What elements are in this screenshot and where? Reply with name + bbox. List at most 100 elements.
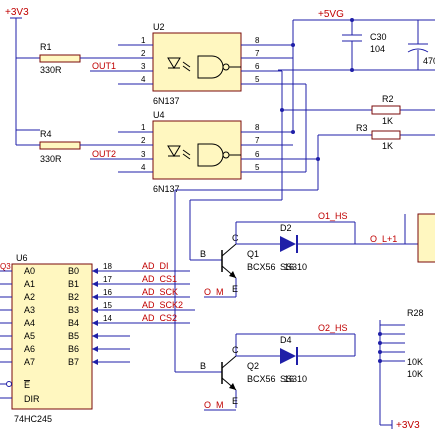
r2-ref: R2 bbox=[382, 94, 394, 104]
net-out1: OUT1 bbox=[92, 61, 116, 71]
u6-pin-17: 17 bbox=[103, 275, 112, 284]
signal-ad-cs1: AD_CS1 bbox=[142, 274, 177, 284]
u6-dir: DIR bbox=[24, 394, 40, 404]
junction-dot bbox=[350, 18, 354, 22]
diode-d4 bbox=[236, 222, 356, 365]
cap-partial-value: 470 bbox=[423, 56, 435, 66]
u6-a6: A6 bbox=[24, 344, 35, 354]
d2-part: SS310 bbox=[280, 262, 307, 272]
r3-ref: R3 bbox=[356, 123, 368, 133]
u4-part: 6N137 bbox=[153, 184, 180, 194]
u6-a1: A1 bbox=[24, 279, 35, 289]
d2-ref: D2 bbox=[280, 223, 292, 233]
u6-pin-14: 14 bbox=[103, 314, 112, 323]
signal-ad-sck2: AD_SCK2 bbox=[142, 300, 183, 310]
r2-value: 1K bbox=[382, 116, 393, 126]
q1-b-label: B bbox=[200, 249, 206, 259]
u6-part: 74HC245 bbox=[14, 414, 52, 424]
u6-b5: B5 bbox=[68, 331, 79, 341]
u6-b6: B6 bbox=[68, 344, 79, 354]
q2-part: BCX56 bbox=[247, 374, 276, 384]
u6-a5: A5 bbox=[24, 331, 35, 341]
u4-pin-8: 8 bbox=[255, 123, 260, 132]
r28-value-1: 10K bbox=[407, 357, 423, 367]
u6-ref: U6 bbox=[16, 253, 28, 263]
r4-ref: R4 bbox=[40, 129, 52, 139]
u4-pin-5: 5 bbox=[255, 163, 260, 172]
r3-value: 1K bbox=[382, 141, 393, 151]
c30-ref: C30 bbox=[370, 32, 387, 42]
u2-ref: U2 bbox=[153, 22, 165, 32]
u6-b4: B4 bbox=[68, 318, 79, 328]
u2-part: 6N137 bbox=[153, 96, 180, 106]
u6-a4: A4 bbox=[24, 318, 35, 328]
u6-b2: B2 bbox=[68, 292, 79, 302]
u2-pin-4: 4 bbox=[141, 75, 146, 84]
u6-b3: B3 bbox=[68, 305, 79, 315]
u6-a7: A7 bbox=[24, 357, 35, 367]
u6-a2: A2 bbox=[24, 292, 35, 302]
net-o1-hs: O1_HS bbox=[318, 211, 348, 221]
q1-part: BCX56 bbox=[247, 262, 276, 272]
net-o-m-1: O_M bbox=[204, 287, 224, 297]
u2-pin-3: 3 bbox=[141, 62, 146, 71]
junction-dot bbox=[316, 157, 320, 161]
resistor-r4 bbox=[15, 130, 118, 150]
signal-ad-cs2: AD_CS2 bbox=[142, 313, 177, 323]
u4-pin-1: 1 bbox=[141, 123, 146, 132]
buffer-u6 bbox=[0, 263, 130, 410]
u4-ref: U4 bbox=[153, 110, 165, 120]
u6-a0: A0 bbox=[24, 266, 35, 276]
resistor-network-r28 bbox=[378, 320, 405, 425]
r4-value: 330R bbox=[40, 154, 62, 164]
junction-dot bbox=[291, 130, 295, 134]
u2-pin-5: 5 bbox=[255, 75, 260, 84]
net-o-l1: O_L+1 bbox=[370, 234, 397, 244]
u6-b7: B7 bbox=[68, 357, 79, 367]
vcc-label-bottom: +3V3 bbox=[396, 420, 420, 429]
u6-left-partial: Q3 bbox=[0, 262, 11, 271]
u2-pin-7: 7 bbox=[255, 49, 260, 58]
signal-ad-sck: AD_SCK bbox=[142, 287, 178, 297]
d4-ref: D4 bbox=[280, 335, 292, 345]
u6-oe: E bbox=[24, 380, 30, 390]
u4-pin-4: 4 bbox=[141, 163, 146, 172]
u6-b0: B0 bbox=[68, 266, 79, 276]
r1-ref: R1 bbox=[40, 42, 52, 52]
junction-dot bbox=[291, 43, 295, 47]
vcc-symbol-bottom bbox=[380, 420, 393, 429]
q2-e-label: E bbox=[232, 396, 238, 406]
q2-ref: Q2 bbox=[247, 361, 259, 371]
d4-part: SS310 bbox=[280, 374, 307, 384]
u4-pin-6: 6 bbox=[255, 150, 260, 159]
u4-pin-7: 7 bbox=[255, 136, 260, 145]
connector-partial bbox=[417, 213, 435, 263]
q2-b-label: B bbox=[200, 361, 206, 371]
u6-b1: B1 bbox=[68, 279, 79, 289]
signal-ad-di: AD_DI bbox=[142, 261, 169, 271]
q1-e-label: E bbox=[232, 284, 238, 294]
schematic-canvas: +3V3 +5VG R1 330R R4 330R OUT1 OUT2 U2 1… bbox=[0, 7, 435, 429]
u6-pin-15: 15 bbox=[103, 301, 112, 310]
c30-value: 104 bbox=[370, 44, 385, 54]
vcc-label-top: +3V3 bbox=[5, 7, 29, 18]
q1-ref: Q1 bbox=[247, 249, 259, 259]
u2-pin-6: 6 bbox=[255, 62, 260, 71]
net-o2-hs: O2_HS bbox=[318, 323, 348, 333]
r28-ref: R28 bbox=[407, 308, 424, 318]
q2-c-label: C bbox=[232, 345, 239, 355]
net-out2: OUT2 bbox=[92, 149, 116, 159]
net-o-m-2: O_M bbox=[204, 400, 224, 410]
r28-value-2: 10K bbox=[407, 369, 423, 379]
vcc-symbol-top bbox=[10, 17, 22, 24]
u6-a3: A3 bbox=[24, 305, 35, 315]
u6-pin-16: 16 bbox=[103, 288, 112, 297]
vcc-label-5vg: +5VG bbox=[318, 9, 344, 20]
u2-pin-8: 8 bbox=[255, 36, 260, 45]
r1-value: 330R bbox=[40, 65, 62, 75]
u4-pin-3: 3 bbox=[141, 150, 146, 159]
junction-dot bbox=[350, 68, 354, 72]
wire-3v3-left bbox=[15, 24, 40, 131]
u2-pin-2: 2 bbox=[141, 49, 146, 58]
junction-dot bbox=[280, 108, 284, 112]
